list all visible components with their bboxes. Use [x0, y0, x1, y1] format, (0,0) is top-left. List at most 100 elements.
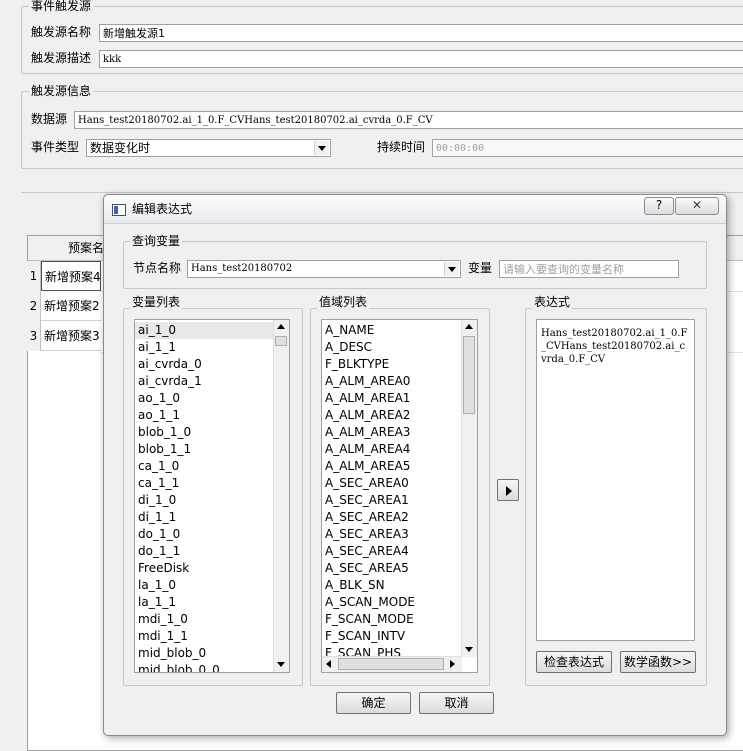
list-item[interactable]: di_1_0 [135, 492, 273, 509]
list-item[interactable]: ca_1_0 [135, 458, 273, 475]
list-item[interactable]: A_SEC_AREA1 [322, 492, 461, 509]
cancel-button[interactable]: 取消 [419, 692, 494, 714]
scroll-down-button[interactable] [462, 642, 477, 657]
list-item[interactable]: blob_1_0 [135, 424, 273, 441]
list-item[interactable]: A_ALM_AREA0 [322, 373, 461, 390]
list-item[interactable]: A_SCAN_MODE [322, 594, 461, 611]
close-button[interactable]: ✕ [675, 197, 719, 215]
node-name-label: 节点名称 [133, 261, 182, 275]
source-info-legend: 触发源信息 [29, 84, 94, 98]
variable-label: 变量 [468, 261, 493, 275]
event-type-label: 事件类型 [31, 140, 80, 154]
variable-list-items: ai_1_0 ai_1_1 ai_cvrda_0 ai_cvrda_1 ao_1_0 ao… [135, 322, 273, 672]
list-item[interactable]: A_SEC_AREA2 [322, 509, 461, 526]
list-item[interactable]: A_SEC_AREA3 [322, 526, 461, 543]
scroll-up-button[interactable] [462, 320, 477, 335]
list-item[interactable]: A_ALM_AREA5 [322, 458, 461, 475]
variable-list[interactable]: ai_1_0 ai_1_1 ai_cvrda_0 ai_cvrda_1 ao_1_0 ao… [134, 319, 290, 673]
source-desc-label: 触发源描述 [31, 51, 92, 65]
list-item[interactable]: ai_1_0 [135, 322, 273, 339]
list-item[interactable]: ao_1_0 [135, 390, 273, 407]
list-item[interactable]: blob_1_1 [135, 441, 273, 458]
list-item[interactable]: mid_blob_0 [135, 645, 273, 662]
table-row-3-name[interactable]: 新增预案3 [41, 321, 101, 351]
value-list-vscrollbar[interactable] [461, 320, 477, 657]
row-index-2: 2 [27, 291, 41, 321]
hscroll-thumb[interactable] [338, 658, 444, 670]
list-item[interactable]: mdi_1_0 [135, 611, 273, 628]
list-item[interactable]: F_SCAN_INTV [322, 628, 461, 645]
row-index-3: 3 [27, 321, 41, 351]
list-item[interactable]: A_SEC_AREA0 [322, 475, 461, 492]
list-item[interactable]: ai_cvrda_1 [135, 373, 273, 390]
chevron-up-icon [277, 324, 285, 329]
variable-list-scrollbar[interactable] [273, 320, 289, 672]
list-item[interactable]: FreeDisk [135, 560, 273, 577]
list-item[interactable]: A_BLK_SN [322, 577, 461, 594]
source-name-label: 触发源名称 [31, 25, 92, 39]
list-item[interactable]: do_1_1 [135, 543, 273, 560]
list-item[interactable]: A_SEC_AREA5 [322, 560, 461, 577]
check-expression-button[interactable]: 检查表达式 [536, 651, 612, 673]
edit-expression-dialog: 编辑表达式 ? ✕ 查询变量 节点名称 Hans_test20180702 变量… [103, 194, 727, 736]
node-name-dropdown-button[interactable] [444, 262, 459, 276]
list-item[interactable]: la_1_0 [135, 577, 273, 594]
value-list-legend: 值域列表 [317, 295, 370, 309]
node-name-value: Hans_test20180702 [191, 263, 293, 274]
chevron-right-icon[interactable] [450, 660, 455, 668]
list-item[interactable]: mdi_1_1 [135, 628, 273, 645]
window-icon [112, 204, 126, 216]
list-item[interactable]: F_BLKTYPE [322, 356, 461, 373]
list-item[interactable]: ao_1_1 [135, 407, 273, 424]
list-item[interactable]: ai_1_1 [135, 339, 273, 356]
scroll-thumb[interactable] [275, 336, 287, 346]
query-legend: 查询变量 [130, 234, 183, 248]
node-name-select[interactable]: Hans_test20180702 [187, 260, 461, 278]
help-button[interactable]: ? [644, 197, 674, 215]
chevron-down-icon [318, 146, 326, 151]
add-to-expression-button[interactable] [497, 479, 519, 501]
source-desc-input[interactable]: kkk [99, 50, 743, 68]
duration-input[interactable]: 00:00:00 [432, 139, 743, 157]
chevron-left-icon[interactable] [326, 660, 331, 668]
scroll-thumb[interactable] [463, 336, 475, 414]
list-item[interactable]: A_ALM_AREA3 [322, 424, 461, 441]
event-type-dropdown-button[interactable] [314, 141, 329, 155]
dialog-title: 编辑表达式 [132, 202, 193, 216]
list-item[interactable]: do_1_0 [135, 526, 273, 543]
chevron-down-icon [277, 662, 285, 667]
variable-list-legend: 变量列表 [130, 295, 183, 309]
event-type-select[interactable]: 数据变化时 [86, 139, 331, 157]
dialog-titlebar[interactable]: 编辑表达式 ? ✕ [104, 195, 726, 224]
list-item[interactable]: F_SCAN_MODE [322, 611, 461, 628]
variable-search-input[interactable]: 请输入要查询的变量名称 [499, 260, 679, 278]
table-row-2-name[interactable]: 新增预案2 [41, 291, 101, 321]
math-functions-button[interactable]: 数学函数>> [620, 651, 696, 673]
list-item[interactable]: A_SEC_AREA4 [322, 543, 461, 560]
value-list[interactable]: A_NAME A_DESC F_BLKTYPE A_ALM_AREA0 A_ALM_AR… [321, 319, 478, 673]
table-row-1-name[interactable]: 新增预案4 [41, 261, 101, 291]
plan-table-header: 预案名 [68, 241, 105, 255]
event-type-value: 数据变化时 [90, 141, 151, 155]
source-name-input[interactable]: 新增触发源1 [99, 24, 743, 42]
list-item[interactable]: di_1_1 [135, 509, 273, 526]
list-item[interactable]: A_ALM_AREA1 [322, 390, 461, 407]
data-source-input[interactable]: Hans_test20180702.ai_1_0.F_CVHans_test20… [74, 111, 743, 129]
chevron-up-icon [465, 324, 473, 329]
list-item[interactable]: A_DESC [322, 339, 461, 356]
close-icon: ✕ [691, 198, 703, 212]
scroll-down-button[interactable] [274, 657, 289, 672]
expression-textarea[interactable]: Hans_test20180702.ai_1_0.F_CVHans_test20… [536, 319, 695, 641]
value-list-hscrollbar[interactable] [322, 656, 462, 672]
list-item[interactable]: ca_1_1 [135, 475, 273, 492]
ok-button[interactable]: 确定 [336, 692, 411, 714]
scroll-up-button[interactable] [274, 320, 289, 335]
list-item[interactable]: A_NAME [322, 322, 461, 339]
list-item[interactable]: la_1_1 [135, 594, 273, 611]
list-item[interactable]: ai_cvrda_0 [135, 356, 273, 373]
list-item[interactable]: A_ALM_AREA2 [322, 407, 461, 424]
list-item[interactable]: A_ALM_AREA4 [322, 441, 461, 458]
list-item[interactable]: mid_blob_0_0 [135, 662, 273, 672]
row-index-1: 1 [27, 261, 41, 291]
chevron-down-icon [448, 267, 456, 272]
